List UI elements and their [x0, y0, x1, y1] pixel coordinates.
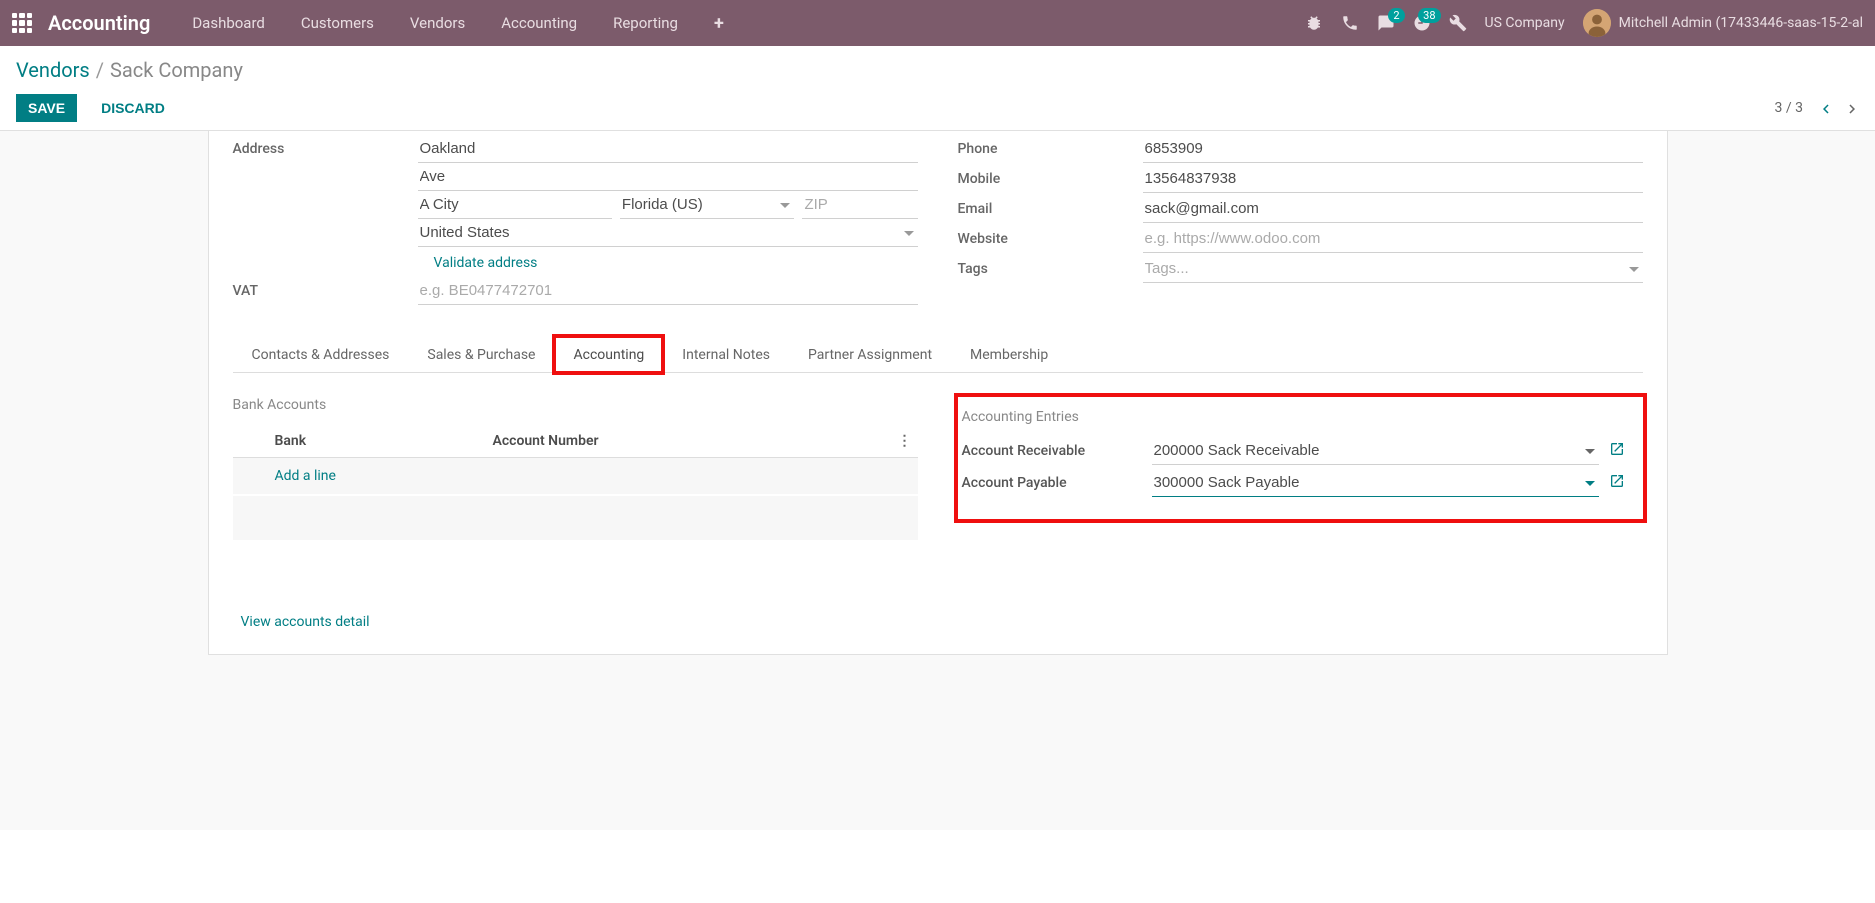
activities-icon[interactable]: 38: [1413, 14, 1431, 32]
top-navbar: Accounting Dashboard Customers Vendors A…: [0, 0, 1875, 46]
app-brand[interactable]: Accounting: [48, 11, 150, 35]
breadcrumb-parent[interactable]: Vendors: [16, 58, 90, 82]
discard-button[interactable]: DISCARD: [89, 94, 177, 122]
right-column: Phone Mobile Email Website Tags: [958, 135, 1643, 307]
pager-next-icon[interactable]: [1843, 100, 1859, 116]
email-input[interactable]: [1143, 195, 1643, 223]
notebook-tabs: Contacts & Addresses Sales & Purchase Ac…: [233, 335, 1643, 373]
website-input[interactable]: [1143, 225, 1643, 253]
bank-accounts-section: Bank Accounts Bank Account Number ⋮ Add …: [233, 397, 918, 540]
menu-dashboard[interactable]: Dashboard: [174, 0, 283, 46]
external-link-icon[interactable]: [1609, 441, 1625, 461]
activities-badge: 38: [1418, 8, 1440, 23]
address-label: Address: [233, 135, 418, 157]
vat-input[interactable]: [418, 277, 918, 305]
mobile-label: Mobile: [958, 165, 1143, 187]
save-button[interactable]: SAVE: [16, 94, 77, 122]
tags-label: Tags: [958, 255, 1143, 277]
validate-address-link[interactable]: Validate address: [418, 247, 538, 275]
zip-input[interactable]: [802, 191, 917, 219]
avatar: [1583, 9, 1611, 37]
nav-right: 2 38 US Company Mitchell Admin (17433446…: [1305, 9, 1863, 37]
account-number-col-header: Account Number: [493, 433, 892, 449]
tab-partner-assignment[interactable]: Partner Assignment: [789, 336, 951, 373]
external-link-icon[interactable]: [1609, 473, 1625, 493]
bug-icon[interactable]: [1305, 14, 1323, 32]
pager-value[interactable]: 3 / 3: [1775, 100, 1803, 116]
company-switcher[interactable]: US Company: [1485, 15, 1565, 31]
breadcrumb: Vendors / Sack Company: [16, 58, 1859, 82]
view-accounts-detail-link[interactable]: View accounts detail: [233, 614, 370, 630]
tab-accounting[interactable]: Accounting: [554, 336, 663, 373]
tab-contacts[interactable]: Contacts & Addresses: [233, 336, 409, 373]
bank-col-header: Bank: [233, 433, 493, 449]
tab-sales-purchase[interactable]: Sales & Purchase: [408, 336, 554, 373]
receivable-select[interactable]: [1152, 437, 1599, 465]
accounting-entries-heading: Accounting Entries: [962, 409, 1625, 425]
receivable-label: Account Receivable: [962, 443, 1152, 459]
payable-label: Account Payable: [962, 475, 1152, 491]
left-column: Address: [233, 135, 918, 307]
kebab-icon[interactable]: ⋮: [892, 433, 918, 449]
phone-icon[interactable]: [1341, 14, 1359, 32]
phone-input[interactable]: [1143, 135, 1643, 163]
user-name: Mitchell Admin (17433446-saas-15-2-al: [1619, 15, 1863, 31]
mobile-input[interactable]: [1143, 165, 1643, 193]
menu-reporting[interactable]: Reporting: [595, 0, 696, 46]
form-sheet: Address: [208, 131, 1668, 655]
accounting-entries-section: Accounting Entries Account Receivable: [958, 397, 1643, 540]
add-line-link[interactable]: Add a line: [233, 458, 918, 494]
main-menu: Dashboard Customers Vendors Accounting R…: [174, 0, 741, 46]
empty-row: [233, 496, 918, 540]
bank-table-header: Bank Account Number ⋮: [233, 425, 918, 458]
tags-input[interactable]: [1143, 255, 1643, 283]
street-input[interactable]: [418, 135, 918, 163]
pager-prev-icon[interactable]: [1817, 100, 1833, 116]
apps-icon[interactable]: [12, 13, 32, 33]
breadcrumb-current: Sack Company: [110, 58, 243, 82]
accounting-entries-highlight: Accounting Entries Account Receivable: [958, 397, 1643, 519]
form-view: Address: [0, 130, 1875, 830]
tools-icon[interactable]: [1449, 14, 1467, 32]
conversations-badge: 2: [1388, 8, 1404, 23]
menu-add[interactable]: +: [696, 0, 742, 46]
menu-customers[interactable]: Customers: [283, 0, 392, 46]
state-select[interactable]: [620, 191, 795, 219]
tab-page-accounting: Bank Accounts Bank Account Number ⋮ Add …: [233, 373, 1643, 564]
menu-vendors[interactable]: Vendors: [392, 0, 483, 46]
country-select[interactable]: [418, 219, 918, 247]
breadcrumb-separator: /: [96, 58, 104, 82]
phone-label: Phone: [958, 135, 1143, 157]
conversations-icon[interactable]: 2: [1377, 14, 1395, 32]
tab-internal-notes[interactable]: Internal Notes: [663, 336, 789, 373]
payable-select[interactable]: [1152, 469, 1599, 497]
street2-input[interactable]: [418, 163, 918, 191]
vat-label: VAT: [233, 277, 418, 299]
user-menu[interactable]: Mitchell Admin (17433446-saas-15-2-al: [1583, 9, 1863, 37]
website-label: Website: [958, 225, 1143, 247]
menu-accounting[interactable]: Accounting: [483, 0, 595, 46]
city-input[interactable]: [418, 191, 612, 219]
email-label: Email: [958, 195, 1143, 217]
bank-accounts-heading: Bank Accounts: [233, 397, 918, 413]
control-panel: Vendors / Sack Company SAVE DISCARD 3 / …: [0, 46, 1875, 130]
tab-membership[interactable]: Membership: [951, 336, 1067, 373]
